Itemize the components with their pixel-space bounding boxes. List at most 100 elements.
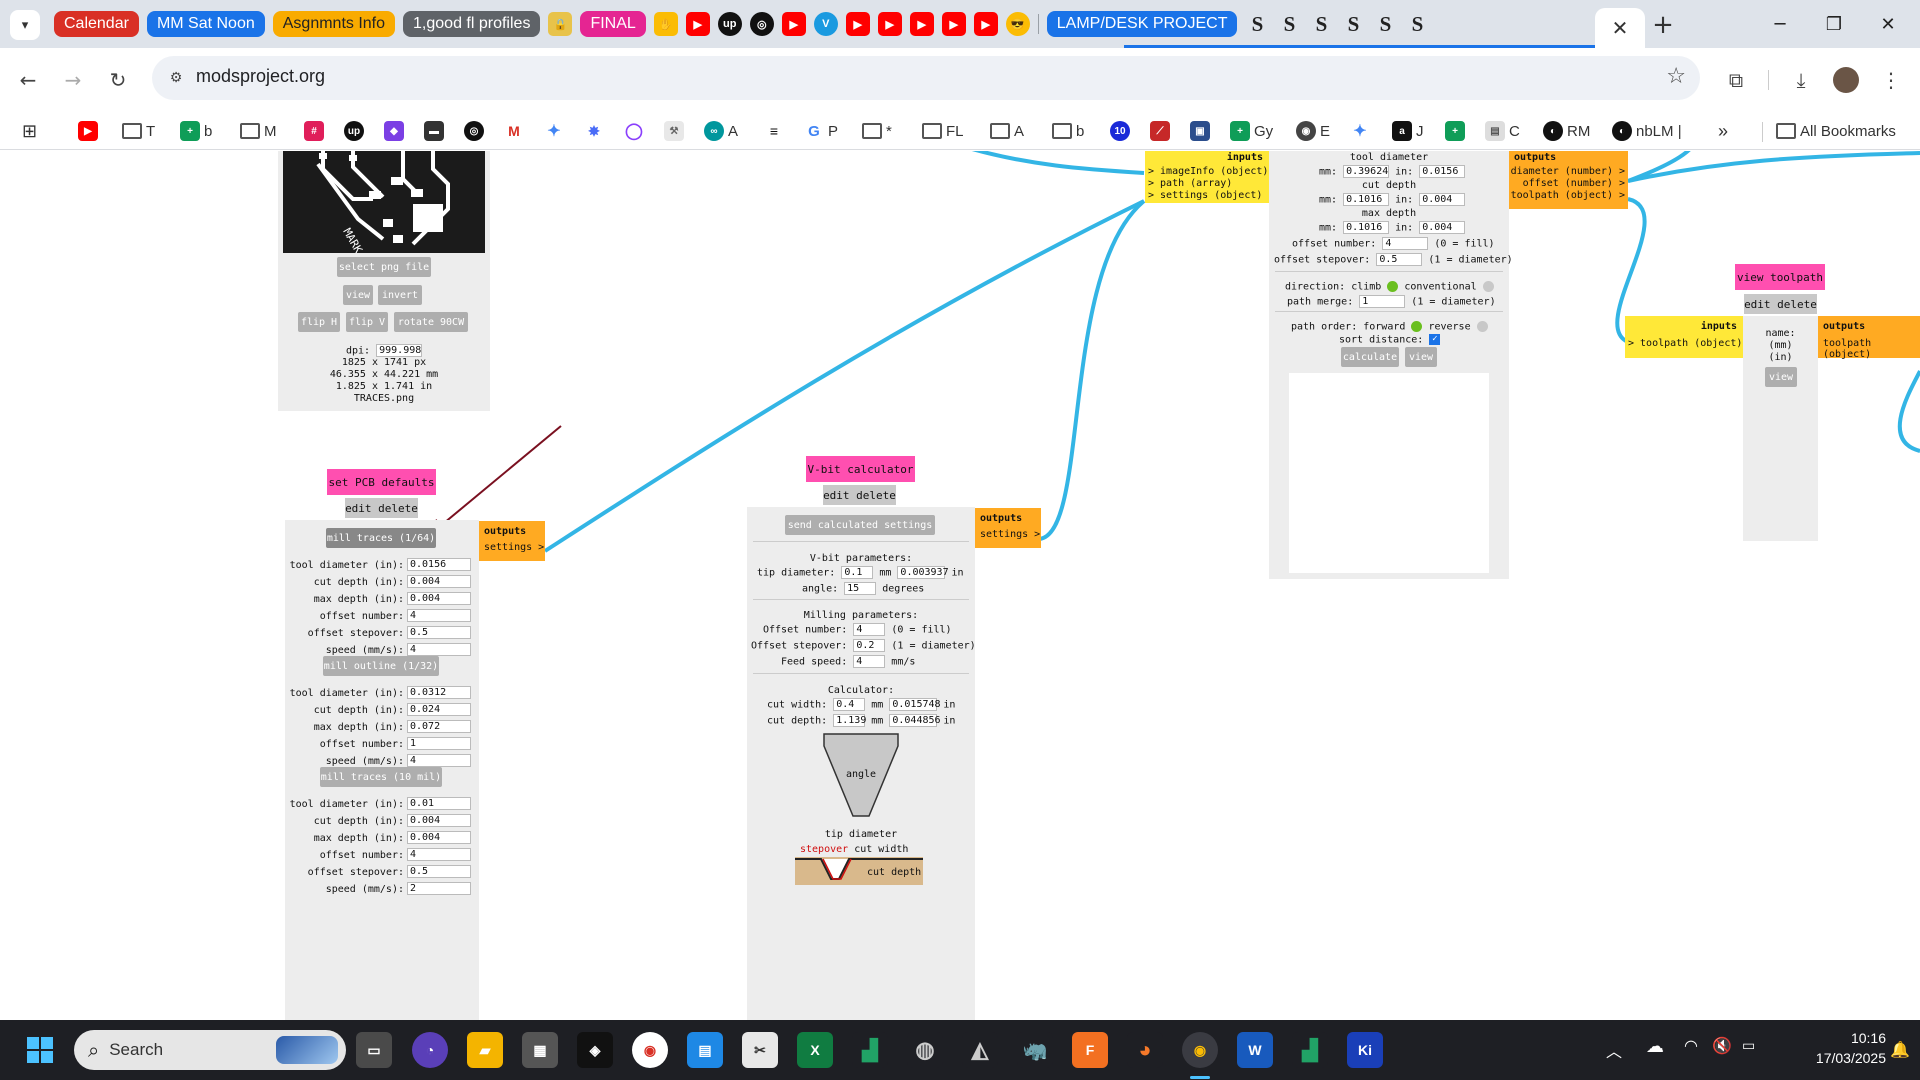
tab-group-asgnmnts-info[interactable]: Asgnmnts Info <box>272 11 396 37</box>
task-view-icon[interactable]: ▭ <box>356 1032 392 1068</box>
tip-in-input[interactable]: 0.003937 <box>897 566 949 579</box>
pcb-param-input[interactable]: 0.024 <box>407 703 471 716</box>
bookmark-rm[interactable]: ◐ RM <box>1543 119 1590 143</box>
bookmark-google[interactable]: GP <box>804 119 838 143</box>
tip-mm-input[interactable]: 0.1 <box>841 566 874 579</box>
vbit-settings-output[interactable]: settings > <box>980 529 1040 540</box>
bookmark-folder-t[interactable]: T <box>122 119 155 143</box>
toolpath-output[interactable]: toolpath (object) > <box>1511 190 1625 201</box>
upwork-tab-icon[interactable]: up <box>717 12 742 36</box>
lock-tab-icon[interactable]: 🔒 <box>548 12 573 36</box>
restore-icon[interactable]: ❐ <box>1806 0 1862 48</box>
bookmark-10[interactable]: 10 <box>1110 119 1130 143</box>
mill-outline-button[interactable]: mill outline (1/32) <box>323 656 439 676</box>
calculator-icon[interactable]: ▦ <box>522 1032 558 1068</box>
offset-output[interactable]: offset (number) > <box>1523 178 1625 189</box>
vbit-edit-delete[interactable]: edit delete <box>823 485 896 505</box>
dpi-input[interactable]: 999.998 <box>376 344 423 357</box>
tab-search-chevron-icon[interactable]: ▾ <box>10 10 40 40</box>
s-tab-icon[interactable]: S <box>1373 12 1397 36</box>
v-tab-icon[interactable]: V <box>813 12 838 36</box>
bookmark-app4[interactable]: ⚒ <box>664 119 684 143</box>
snipping-icon[interactable]: ✂ <box>742 1032 778 1068</box>
conventional-radio[interactable] <box>1482 281 1494 292</box>
bookmark-gmail[interactable]: M <box>504 119 524 143</box>
pcb-param-input[interactable]: 4 <box>407 609 471 622</box>
clock-time[interactable]: 10:16 <box>1790 1030 1886 1046</box>
path-merge-input[interactable]: 1 <box>1359 295 1406 308</box>
mill-traces-10-mil-button[interactable]: mill traces (10 mil) <box>320 767 442 787</box>
bookmark-b[interactable]: + b <box>180 119 212 143</box>
offset-view-button[interactable]: view <box>1405 347 1437 367</box>
pcb-param-input[interactable]: 0.0156 <box>407 558 471 571</box>
fusion-icon[interactable]: F <box>1072 1032 1108 1068</box>
tab-group-calendar[interactable]: Calendar <box>54 11 139 37</box>
chart-app-icon[interactable]: ▟ <box>1292 1032 1328 1068</box>
site-info-icon[interactable]: ⚙ <box>166 68 186 88</box>
pcb-param-input[interactable]: 4 <box>407 848 471 861</box>
new-tab-plus-icon[interactable]: + <box>1648 10 1678 40</box>
bookmark-chatgpt[interactable]: ◎ <box>464 119 484 143</box>
app-icon[interactable]: ◈ <box>577 1032 613 1068</box>
battery-icon[interactable]: ▭ <box>1742 1038 1755 1054</box>
bookmark-folder-m[interactable]: M <box>240 119 277 143</box>
pcb-param-input[interactable]: 0.004 <box>407 831 471 844</box>
bookmark-folder-fl[interactable]: FL <box>922 119 964 143</box>
flip-v-button[interactable]: flip V <box>346 312 388 332</box>
youtube-tab-icon[interactable]: ▶ <box>781 12 806 36</box>
tab-group-final[interactable]: FINAL <box>580 11 646 37</box>
close-window-icon[interactable]: ✕ <box>1860 0 1916 48</box>
taskbar-search[interactable]: ⌕ Search <box>74 1030 346 1070</box>
all-bookmarks[interactable]: All Bookmarks <box>1776 119 1896 143</box>
tab-group-good-fl-profiles[interactable]: 1,good fl profiles <box>403 11 541 37</box>
reload-icon[interactable]: ↻ <box>100 62 136 98</box>
select-png-button[interactable]: select png file <box>337 257 431 277</box>
max-depth-in-input[interactable]: 0.004 <box>1419 221 1466 234</box>
tool-diameter-in-input[interactable]: 0.0156 <box>1419 165 1466 178</box>
pcb-param-input[interactable]: 1 <box>407 737 471 750</box>
app-icon[interactable]: ◔ <box>412 1032 448 1068</box>
offset-stepover-input[interactable]: 0.2 <box>853 639 886 652</box>
pcb-param-input[interactable]: 0.0312 <box>407 686 471 699</box>
forward-arrow-icon[interactable]: → <box>55 62 91 98</box>
forward-radio[interactable] <box>1411 321 1423 332</box>
bookmark-app6[interactable]: ⟋ <box>1150 119 1170 143</box>
reverse-radio[interactable] <box>1476 321 1488 332</box>
download-icon[interactable]: ⤓ <box>1783 62 1819 98</box>
obs-icon[interactable]: ◍ <box>907 1032 943 1068</box>
pcb-param-input[interactable]: 0.5 <box>407 626 471 639</box>
toolpath-view-button[interactable]: view <box>1765 367 1797 387</box>
bookmark-e[interactable]: ◉ E <box>1296 119 1330 143</box>
kicad-icon[interactable]: Ki <box>1347 1032 1383 1068</box>
tab-group-lamp-desk-project[interactable]: LAMP/DESK PROJECT <box>1046 11 1238 37</box>
bookmark-star-icon[interactable]: ☆ <box>1666 64 1686 89</box>
bookmark-youtube[interactable]: ▶ <box>78 119 98 143</box>
calculate-button[interactable]: calculate <box>1341 347 1399 367</box>
extensions-icon[interactable]: ⧉ <box>1718 62 1754 98</box>
bookmark-arduino[interactable]: ∞ A <box>704 119 738 143</box>
windows-start-icon[interactable] <box>22 1032 58 1068</box>
app-icon[interactable]: ◭ <box>962 1032 998 1068</box>
angle-input[interactable]: 15 <box>844 582 877 595</box>
pcb-param-input[interactable]: 0.5 <box>407 865 471 878</box>
file-explorer-icon[interactable]: ▰ <box>467 1032 503 1068</box>
youtube-tab-icon[interactable]: ▶ <box>845 12 870 36</box>
bookmark-app5[interactable]: ≡ <box>764 119 784 143</box>
offset-stepover-input[interactable]: 0.5 <box>1376 253 1423 266</box>
word-icon[interactable]: W <box>1237 1032 1273 1068</box>
vbit-title[interactable]: V-bit calculator <box>806 456 915 482</box>
chart-app-icon[interactable]: ▟ <box>852 1032 888 1068</box>
sort-distance-checkbox[interactable]: ✓ <box>1429 334 1441 345</box>
s-tab-icon[interactable]: S <box>1245 12 1269 36</box>
pcb-param-input[interactable]: 0.004 <box>407 575 471 588</box>
toolpath-object-output[interactable]: toolpath (object) <box>1823 338 1920 360</box>
chrome-icon[interactable]: ◉ <box>632 1032 668 1068</box>
pcb-edit-delete[interactable]: edit delete <box>345 498 418 518</box>
bookmark-app3[interactable]: ◯ <box>624 119 644 143</box>
url-text[interactable]: modsproject.org <box>196 66 325 87</box>
s-tab-icon[interactable]: S <box>1405 12 1429 36</box>
bookmark-folder-a[interactable]: A <box>990 119 1024 143</box>
address-bar[interactable]: ⚙ modsproject.org ☆ <box>152 56 1700 100</box>
mods-canvas[interactable]: MARK select png file view invert flip H … <box>0 151 1920 1020</box>
tool-diameter-mm-input[interactable]: 0.39624 <box>1343 165 1390 178</box>
